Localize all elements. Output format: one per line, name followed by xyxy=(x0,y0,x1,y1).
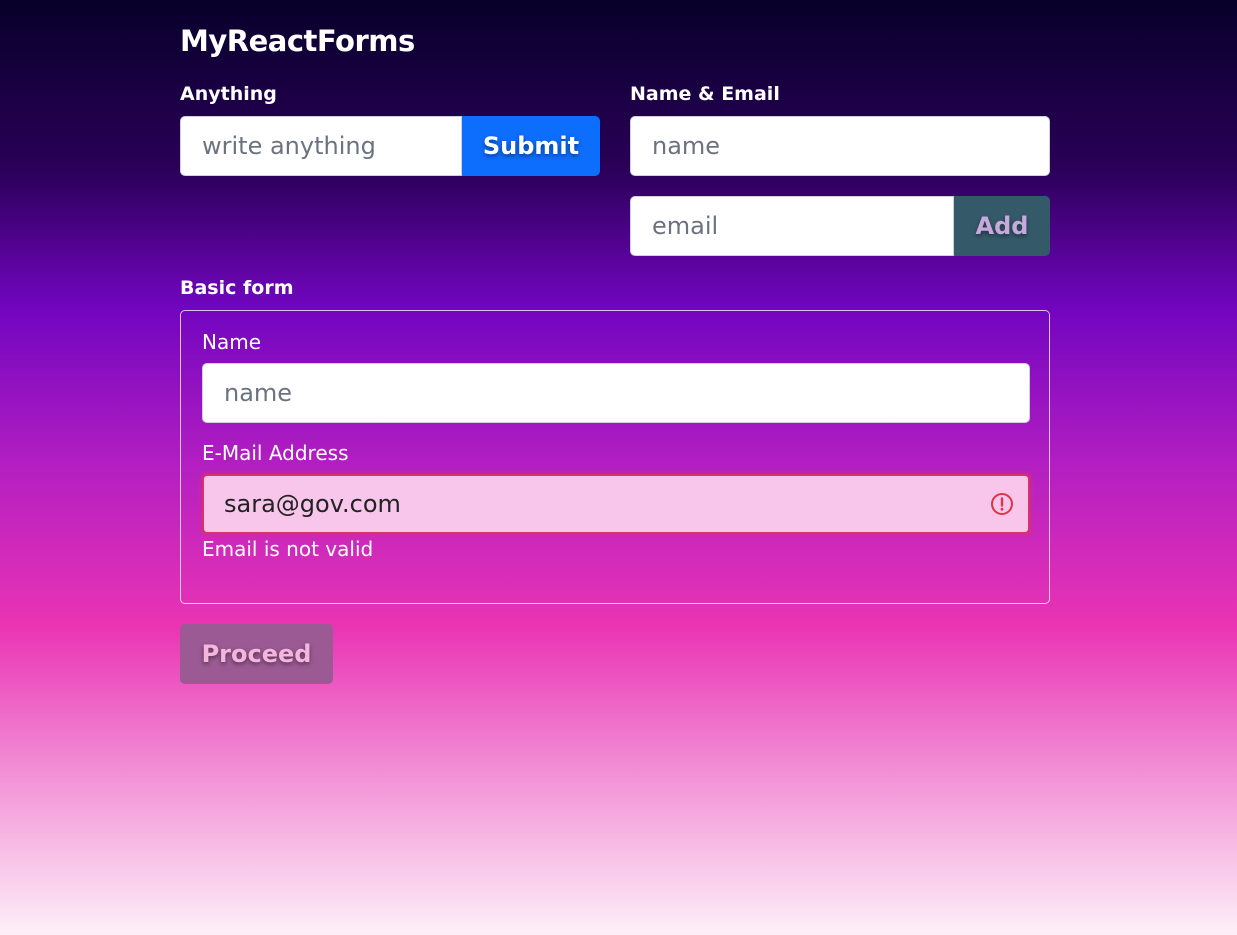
name-input-group xyxy=(630,116,1050,176)
email-field-label: E-Mail Address xyxy=(202,441,349,465)
basic-name-input[interactable] xyxy=(202,363,1030,423)
exclamation-circle-icon xyxy=(991,493,1013,515)
name-email-section-label: Name & Email xyxy=(630,83,780,105)
name-email-email-input[interactable] xyxy=(630,196,954,256)
add-button[interactable]: Add xyxy=(954,196,1050,256)
anything-input-group: Submit xyxy=(180,116,600,176)
anything-section-label: Anything xyxy=(180,83,277,105)
app-title: MyReactForms xyxy=(180,24,415,58)
basic-email-input[interactable] xyxy=(202,474,1030,534)
anything-input[interactable] xyxy=(180,116,462,176)
basic-form-box: Name E-Mail Address Email is not valid xyxy=(180,310,1050,604)
email-error-message: Email is not valid xyxy=(202,537,374,561)
email-input-group: Add xyxy=(630,196,1050,256)
email-field-wrapper xyxy=(202,474,1030,534)
proceed-button[interactable]: Proceed xyxy=(180,624,333,684)
name-field-label: Name xyxy=(202,330,262,354)
name-email-name-input[interactable] xyxy=(630,116,1050,176)
basic-form-section-label: Basic form xyxy=(180,277,294,299)
submit-button[interactable]: Submit xyxy=(462,116,600,176)
